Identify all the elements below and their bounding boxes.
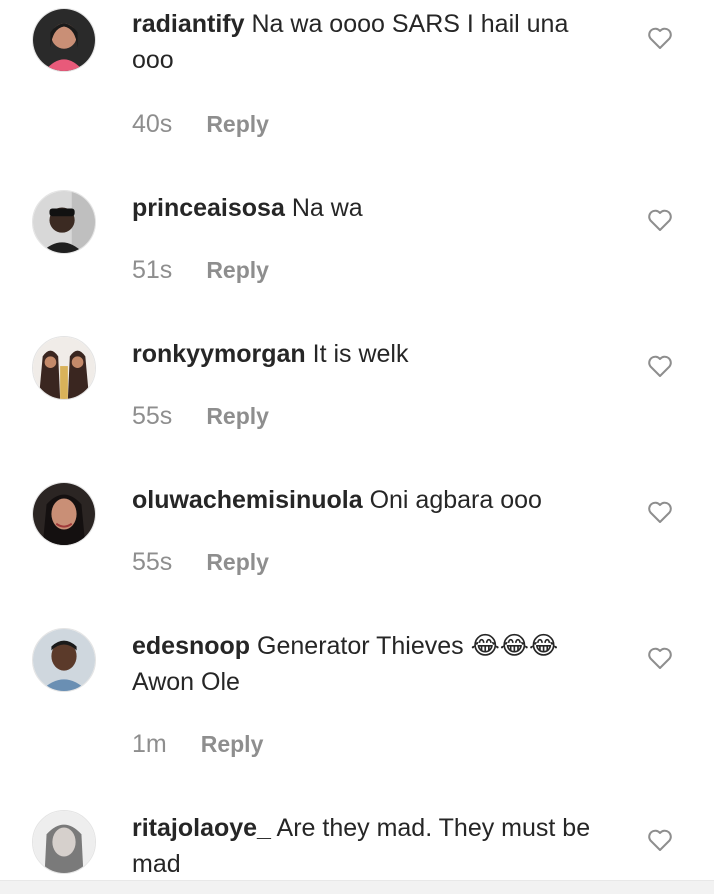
avatar[interactable] — [32, 336, 96, 400]
reply-button[interactable]: Reply — [206, 257, 269, 284]
avatar-photo — [33, 483, 95, 545]
comment-body: It is welk — [312, 340, 409, 368]
comment-text: princeaisosa Na wa — [132, 190, 612, 226]
comment-meta: 55s Reply — [132, 402, 269, 431]
comment-text: edesnoop Generator Thieves 😂😂😂 Awon Ole — [132, 628, 612, 700]
comment-meta: 51s Reply — [132, 256, 269, 285]
comment-text: ritajolaoye_ Are they mad. They must be … — [132, 810, 612, 882]
comment-timestamp: 51s — [132, 256, 173, 284]
comment-meta: 1m Reply — [132, 730, 263, 759]
like-button[interactable] — [647, 500, 673, 524]
like-button[interactable] — [647, 828, 673, 852]
bottom-bar — [0, 880, 714, 894]
heart-outline-icon — [648, 829, 672, 851]
avatar-photo — [33, 629, 95, 691]
comment-text: oluwachemisinuola Oni agbara ooo — [132, 482, 612, 518]
comment-text: ronkyymorgan It is welk — [132, 336, 612, 372]
comment-timestamp: 55s — [132, 548, 173, 576]
like-button[interactable] — [647, 208, 673, 232]
avatar-photo — [33, 9, 95, 71]
heart-outline-icon — [648, 647, 672, 669]
comment-username[interactable]: oluwachemisinuola — [132, 486, 363, 514]
heart-outline-icon — [648, 27, 672, 49]
comment-meta: 55s Reply — [132, 548, 269, 577]
avatar[interactable] — [32, 628, 96, 692]
comment-timestamp: 55s — [132, 402, 173, 430]
like-button[interactable] — [647, 646, 673, 670]
avatar-photo — [33, 811, 95, 873]
comment-text: radiantify Na wa oooo SARS I hail una oo… — [132, 6, 612, 78]
avatar-photo — [33, 337, 95, 399]
comment-timestamp: 1m — [132, 730, 167, 758]
comment-username[interactable]: ritajolaoye_ — [132, 814, 271, 842]
avatar[interactable] — [32, 482, 96, 546]
avatar[interactable] — [32, 810, 96, 874]
reply-button[interactable]: Reply — [201, 731, 264, 758]
heart-outline-icon — [648, 501, 672, 523]
reply-button[interactable]: Reply — [206, 549, 269, 576]
heart-outline-icon — [648, 209, 672, 231]
avatar-photo — [33, 191, 95, 253]
heart-outline-icon — [648, 355, 672, 377]
comment-body: Na wa — [291, 194, 363, 222]
comment-username[interactable]: radiantify — [132, 10, 245, 38]
like-button[interactable] — [647, 26, 673, 50]
like-button[interactable] — [647, 354, 673, 378]
comment-username[interactable]: ronkyymorgan — [132, 340, 306, 368]
reply-button[interactable]: Reply — [206, 111, 269, 138]
comment-body: Oni agbara ooo — [369, 486, 542, 514]
comment-timestamp: 40s — [132, 110, 173, 138]
avatar[interactable] — [32, 8, 96, 72]
comment-meta: 40s Reply — [132, 110, 269, 139]
reply-button[interactable]: Reply — [206, 403, 269, 430]
comment-username[interactable]: edesnoop — [132, 632, 250, 660]
avatar[interactable] — [32, 190, 96, 254]
comment-username[interactable]: princeaisosa — [132, 194, 285, 222]
